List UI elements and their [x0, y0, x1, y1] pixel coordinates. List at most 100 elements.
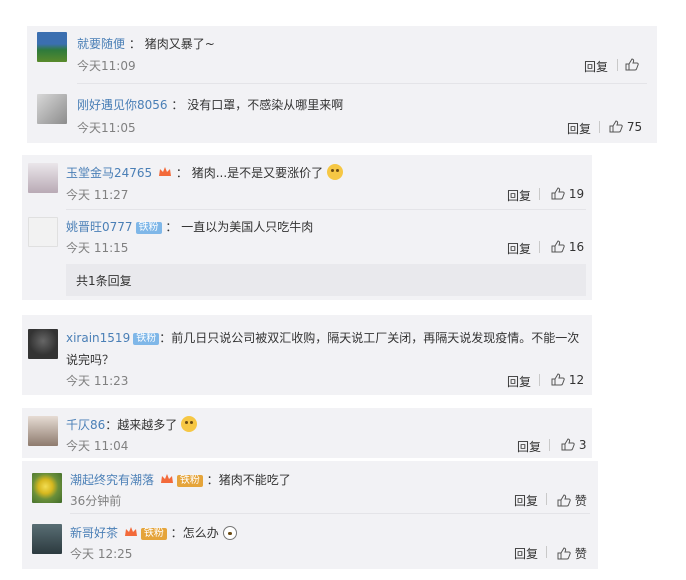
comment-text: 一直以为美国人只吃牛肉	[181, 220, 314, 234]
avatar[interactable]	[28, 416, 58, 446]
divider	[539, 374, 540, 386]
comment-card-4: 千仄86：越来越多了 今天 11:04 回复 3	[22, 408, 592, 458]
comment-body: 新哥好茶 铁粉 ：怎么办	[70, 524, 237, 541]
colon: ：	[159, 331, 172, 345]
colon: ：	[105, 418, 118, 432]
timestamp: 36分钟前	[70, 494, 122, 508]
username[interactable]: 潮起终究有潮落	[70, 473, 154, 487]
vip-crown-icon	[159, 167, 172, 176]
like-button[interactable]: 12	[551, 373, 584, 387]
username[interactable]: 玉堂金马24765	[66, 166, 152, 180]
avatar[interactable]	[37, 94, 67, 124]
divider	[546, 546, 547, 558]
comment-text: 猪肉又暴了~	[144, 37, 215, 51]
avatar[interactable]	[28, 329, 58, 359]
reply-button[interactable]: 回复	[567, 120, 591, 137]
divider	[77, 83, 647, 84]
like-button[interactable]: 16	[551, 240, 584, 254]
comment-text: 怎么办	[182, 526, 219, 540]
thinking-emoji-icon	[181, 416, 198, 432]
like-button[interactable]: 19	[551, 187, 584, 201]
divider	[549, 439, 550, 451]
like-count: 75	[626, 120, 643, 134]
like-count: 19	[568, 187, 585, 201]
reply-button[interactable]: 回复	[517, 438, 541, 455]
fan-badge: 铁粉	[140, 528, 167, 540]
colon: ：	[165, 220, 178, 234]
reply-button[interactable]: 回复	[514, 545, 538, 562]
like-button[interactable]	[625, 58, 639, 72]
reply-button[interactable]: 回复	[507, 240, 531, 257]
avatar[interactable]	[32, 524, 62, 554]
like-label: 赞	[574, 547, 587, 561]
comment-card-3: xirain1519 铁粉 ：前几日只说公司被双汇收购，隔天说工厂关闭，再隔天说发现…	[22, 315, 592, 395]
comment-card-5: 潮起终究有潮落 铁粉 ：猪肉不能吃了 36分钟前 回复 赞 新哥好茶 铁粉 ：怎…	[22, 461, 598, 569]
reply-button[interactable]: 回复	[507, 373, 531, 390]
reply-button[interactable]: 回复	[584, 58, 608, 75]
colon: ：	[206, 473, 219, 487]
avatar[interactable]	[37, 32, 67, 62]
comment-body: 刚好遇见你8056 ： 没有口罩，不感染从哪里来啊	[77, 96, 343, 113]
divider	[599, 121, 600, 133]
divider	[539, 241, 540, 253]
like-label: 赞	[574, 494, 587, 508]
avatar[interactable]	[28, 163, 58, 193]
comment-body: 千仄86：越来越多了	[66, 416, 198, 433]
timestamp: 今天 11:04	[66, 439, 129, 453]
divider	[66, 209, 586, 210]
comment-body: 玉堂金马24765 ： 猪肉...是不是又要涨价了	[66, 164, 343, 181]
more-replies-link[interactable]: 共1条回复	[66, 264, 586, 296]
timestamp: 今天 12:25	[70, 547, 133, 561]
fan-badge: 铁粉	[133, 333, 160, 345]
like-button[interactable]: 赞	[557, 492, 587, 509]
divider	[617, 59, 618, 71]
comment-card-2: 玉堂金马24765 ： 猪肉...是不是又要涨价了 今天 11:27 回复 19…	[22, 155, 592, 300]
fan-badge: 铁粉	[176, 475, 203, 487]
comment-text: 猪肉...是不是又要涨价了	[191, 166, 324, 180]
comment-body: xirain1519 铁粉 ：前几日只说公司被双汇收购，隔天说工厂关闭，再隔天说发现…	[66, 327, 586, 371]
divider	[546, 493, 547, 505]
comment-text: 猪肉不能吃了	[218, 473, 291, 487]
timestamp: 今天 11:23	[66, 374, 129, 388]
vip-crown-icon	[160, 474, 173, 483]
thumbs-up-icon	[561, 438, 575, 451]
comment-text: 没有口罩，不感染从哪里来啊	[187, 98, 344, 112]
like-count: 16	[568, 240, 585, 254]
timestamp: 今天11:05	[77, 121, 136, 135]
vip-crown-icon	[124, 527, 137, 536]
thumbs-up-icon	[557, 547, 571, 560]
comment-body: 就要随便 ： 猪肉又暴了~	[77, 35, 215, 52]
laugh-cry-emoji-icon	[326, 164, 343, 180]
thumbs-up-icon	[551, 187, 565, 200]
username[interactable]: 新哥好茶	[70, 526, 118, 540]
colon: ：	[175, 166, 188, 180]
timestamp: 今天 11:15	[66, 241, 129, 255]
username[interactable]: 刚好遇见你8056	[77, 98, 168, 112]
like-button[interactable]: 75	[609, 120, 642, 134]
username[interactable]: xirain1519	[66, 331, 130, 345]
fan-badge: 铁粉	[135, 222, 162, 234]
timestamp: 今天11:09	[77, 59, 136, 73]
smile-emoji-icon	[222, 526, 237, 540]
like-count: 3	[578, 438, 587, 452]
thumbs-up-icon	[609, 120, 623, 133]
like-count: 12	[568, 373, 585, 387]
avatar[interactable]	[28, 217, 58, 247]
like-button[interactable]: 赞	[557, 545, 587, 562]
colon: ：	[171, 98, 184, 112]
like-button[interactable]: 3	[561, 438, 586, 452]
divider	[70, 513, 590, 514]
comment-body: 潮起终究有潮落 铁粉 ：猪肉不能吃了	[70, 471, 291, 488]
colon: ：	[170, 526, 183, 540]
colon: ：	[128, 37, 141, 51]
comment-body: 姚晋旺0777 铁粉 ： 一直以为美国人只吃牛肉	[66, 218, 313, 235]
thumbs-up-icon	[557, 494, 571, 507]
username[interactable]: 千仄86	[66, 418, 105, 432]
username[interactable]: 姚晋旺0777	[66, 220, 133, 234]
thumbs-up-icon	[625, 58, 639, 71]
timestamp: 今天 11:27	[66, 188, 129, 202]
avatar[interactable]	[32, 473, 62, 503]
reply-button[interactable]: 回复	[514, 492, 538, 509]
reply-button[interactable]: 回复	[507, 187, 531, 204]
username[interactable]: 就要随便	[77, 37, 125, 51]
